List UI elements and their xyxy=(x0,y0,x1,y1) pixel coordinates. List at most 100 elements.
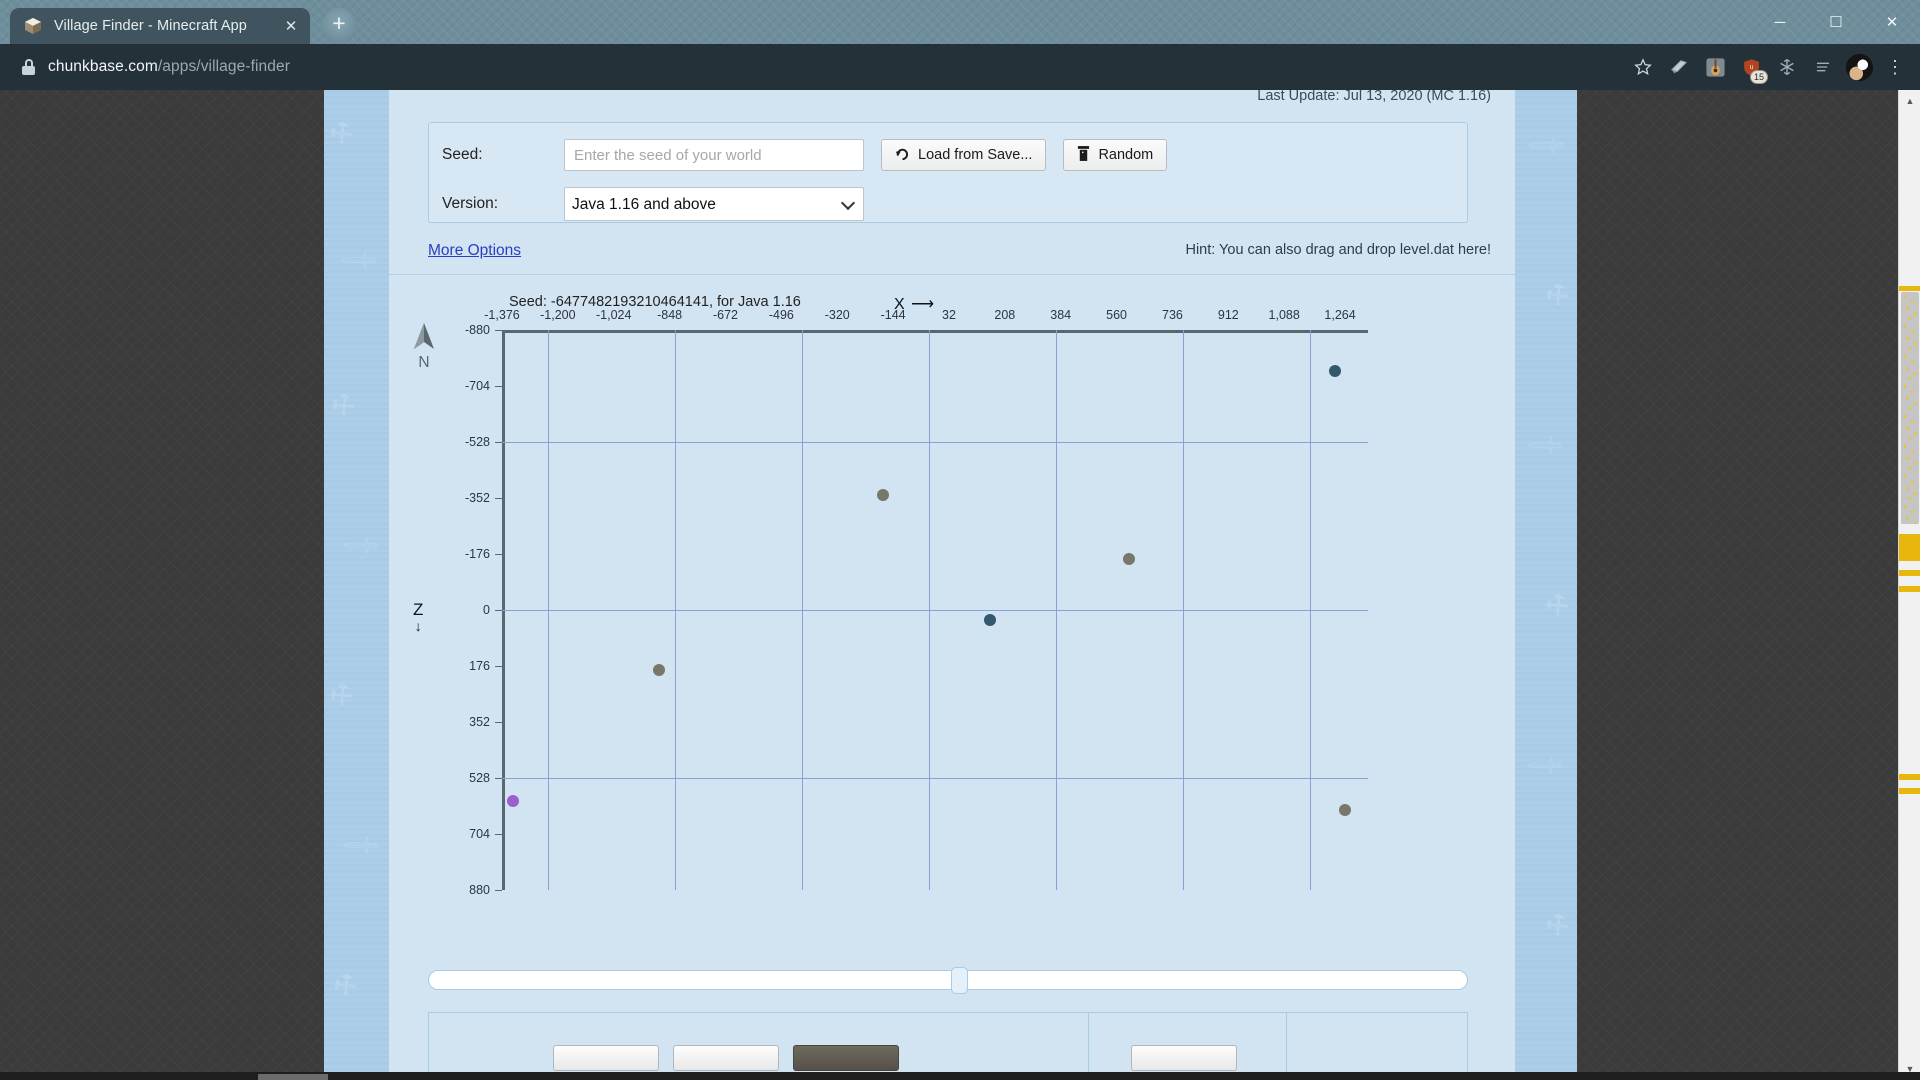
seed-input[interactable] xyxy=(564,139,864,171)
taskbar-item[interactable] xyxy=(258,1074,328,1080)
y-tick-mark xyxy=(495,610,502,611)
window-controls: ─ ☐ ✕ xyxy=(1752,0,1920,44)
drag-drop-hint: Hint: You can also drag and drop level.d… xyxy=(1185,242,1491,258)
address-bar[interactable]: chunkbase.com/apps/village-finder xyxy=(8,51,1624,83)
bottom-button-3[interactable] xyxy=(793,1045,899,1071)
village-plains-center[interactable] xyxy=(983,613,996,626)
y-tick-mark xyxy=(495,554,502,555)
url-path: /apps/village-finder xyxy=(157,58,290,75)
y-tick-mark xyxy=(495,386,502,387)
load-from-save-label: Load from Save... xyxy=(918,147,1033,163)
bottom-button-4[interactable] xyxy=(1131,1045,1237,1071)
bottom-button-1[interactable] xyxy=(553,1045,659,1071)
y-tick-mark xyxy=(495,834,502,835)
extension-list-icon[interactable] xyxy=(1806,50,1840,84)
gridline-horizontal xyxy=(502,778,1368,779)
map-plot-area[interactable]: -1,376 -1,200 -1,024 -848 -672 -496 -320 -144 32… xyxy=(465,308,1368,897)
compass-north-label: N xyxy=(418,354,430,371)
y-tick-mark xyxy=(495,666,502,667)
z-axis-arrow-icon: ↓ xyxy=(414,618,422,634)
x-tick-label: 560 xyxy=(1106,308,1128,322)
window-close-button[interactable]: ✕ xyxy=(1864,0,1920,44)
tab-strip: Village Finder - Minecraft App ✕ + ─ ☐ ✕ xyxy=(0,0,1920,44)
y-tick-mark xyxy=(495,722,502,723)
bookmark-star-icon[interactable] xyxy=(1626,50,1660,84)
pickaxe-silhouette-icon: ⚒ xyxy=(326,966,364,1005)
bottom-panel-middle xyxy=(1089,1013,1287,1072)
seed-label: Seed: xyxy=(442,146,483,163)
y-tick-label: 704 xyxy=(469,827,490,841)
site-column: ⚒ 🗡 ⚒ 🗡 ⚒ 🗡 ⚒ 🗡 ⚒ 🗡 ⚒ 🗡 ⚒ Last Update: J… xyxy=(324,90,1577,1080)
zoom-slider-thumb[interactable] xyxy=(951,967,969,994)
pickaxe-silhouette-icon: ⚒ xyxy=(1538,586,1576,625)
pickaxe-silhouette-icon: ⚒ xyxy=(1538,276,1576,315)
y-tick-mark xyxy=(495,442,502,443)
random-button[interactable]: Random xyxy=(1063,139,1168,171)
village-map[interactable]: N Seed: -6477482193210464141, for Java 1… xyxy=(389,280,1515,930)
minimize-button[interactable]: ─ xyxy=(1752,0,1808,44)
pickaxe-silhouette-icon: ⚒ xyxy=(324,676,360,715)
x-tick-label: 1,088 xyxy=(1268,308,1300,322)
pickaxe-silhouette-icon: ⚒ xyxy=(324,114,360,153)
x-tick-label: 912 xyxy=(1217,308,1239,322)
sword-silhouette-icon: 🗡 xyxy=(1522,422,1568,468)
sword-silhouette-icon: 🗡 xyxy=(338,822,384,868)
taskbar xyxy=(0,1072,1920,1080)
village-savanna-nw[interactable] xyxy=(876,489,889,502)
bottom-panel-right xyxy=(1287,1013,1467,1072)
last-update-text: Last Update: Jul 13, 2020 (MC 1.16) xyxy=(1257,90,1491,104)
outpost-sw[interactable] xyxy=(507,794,520,807)
x-tick-label: -320 xyxy=(824,308,850,322)
url-host: chunkbase.com xyxy=(48,58,158,75)
browser-tab[interactable]: Village Finder - Minecraft App ✕ xyxy=(10,8,310,44)
more-options-link[interactable]: More Options xyxy=(428,242,521,260)
x-tick-label: -1,200 xyxy=(540,308,576,322)
close-icon[interactable]: ✕ xyxy=(278,13,304,39)
y-tick-mark xyxy=(495,498,502,499)
extension-guitar-icon[interactable] xyxy=(1698,50,1732,84)
y-tick-label: -176 xyxy=(464,547,490,561)
x-tick-label: -1,024 xyxy=(596,308,632,322)
tab-title: Village Finder - Minecraft App xyxy=(54,18,247,34)
url-text: chunkbase.com/apps/village-finder xyxy=(48,58,290,76)
minecraft-grass-block-icon xyxy=(24,17,42,35)
zoom-slider-track[interactable] xyxy=(428,970,1468,990)
bottom-options-panel xyxy=(428,1012,1468,1072)
y-tick-label: 880 xyxy=(469,883,490,897)
x-tick-label: -144 xyxy=(880,308,906,322)
extension-snowflake-icon[interactable] xyxy=(1770,50,1804,84)
scroll-up-icon[interactable]: ▲ xyxy=(1899,90,1920,112)
x-tick-label: 1,264 xyxy=(1324,308,1356,322)
extension-dart-icon[interactable] xyxy=(1662,50,1696,84)
load-from-save-button[interactable]: Load from Save... xyxy=(881,139,1047,171)
y-tick-label: 528 xyxy=(469,771,490,785)
compass: N xyxy=(404,322,444,372)
bottom-button-2[interactable] xyxy=(673,1045,779,1071)
village-savanna-sw[interactable] xyxy=(653,664,666,677)
village-savanna-ne[interactable] xyxy=(1123,553,1136,566)
find-match-mark xyxy=(1899,774,1920,780)
maximize-button[interactable]: ☐ xyxy=(1808,0,1864,44)
seed-form-panel: Seed: Load from Save... xyxy=(428,122,1468,223)
version-select[interactable]: Java 1.16 and above xyxy=(564,187,864,221)
browser-menu-icon[interactable]: ⋮ xyxy=(1878,50,1912,84)
browser-window: Village Finder - Minecraft App ✕ + ─ ☐ ✕… xyxy=(0,0,1920,1080)
find-match-mark xyxy=(1899,534,1920,561)
new-tab-button[interactable]: + xyxy=(322,8,356,42)
x-tick-label: 208 xyxy=(994,308,1016,322)
zoom-slider[interactable] xyxy=(428,967,1468,994)
bottom-panel-left xyxy=(429,1013,1089,1072)
scrollbar-thumb[interactable] xyxy=(1901,292,1919,524)
dice-icon xyxy=(1077,146,1090,164)
y-tick-label: 176 xyxy=(469,659,490,673)
extension-ublock-icon[interactable]: u 15 xyxy=(1734,50,1768,84)
page-scrollbar[interactable]: ▲ ▼ xyxy=(1898,90,1920,1080)
sword-silhouette-icon: 🗡 xyxy=(338,522,384,568)
avatar[interactable] xyxy=(1842,50,1876,84)
village-plains-ne[interactable] xyxy=(1328,365,1341,378)
upload-arrow-icon xyxy=(895,146,910,164)
x-tick-label: 384 xyxy=(1050,308,1072,322)
x-tick-label: 736 xyxy=(1162,308,1183,322)
village-savanna-se[interactable] xyxy=(1339,804,1352,817)
y-tick-label: 352 xyxy=(469,715,490,729)
